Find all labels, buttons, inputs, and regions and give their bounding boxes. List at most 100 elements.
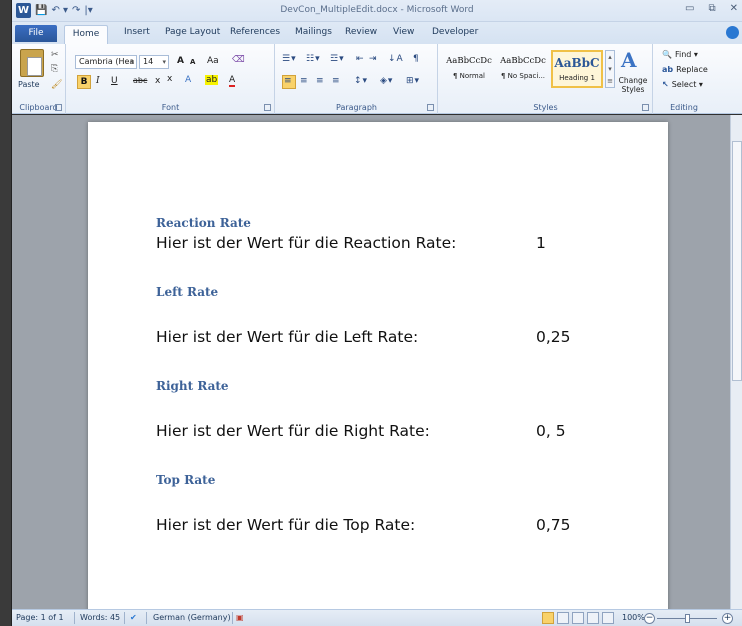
show-marks-button[interactable]: ¶	[413, 54, 420, 64]
heading-right-rate[interactable]: Right Rate	[156, 379, 229, 393]
strikethrough-button[interactable]: abc	[133, 76, 147, 85]
chevron-down-icon: ▾	[130, 58, 134, 66]
style-sample: AaBbCcDc	[500, 56, 546, 66]
window-title: DevCon_MultipleEdit.docx - Microsoft Wor…	[280, 5, 474, 15]
clipboard-launcher-icon[interactable]	[55, 104, 62, 111]
tab-references[interactable]: References	[230, 27, 280, 37]
tab-developer[interactable]: Developer	[432, 27, 478, 37]
print-layout-view-icon[interactable]	[542, 612, 554, 624]
outline-view-icon[interactable]	[587, 612, 599, 624]
zoom-slider-thumb[interactable]	[685, 614, 690, 623]
change-case-button[interactable]: Aa	[207, 56, 219, 66]
document-page[interactable]: Reaction Rate Hier ist der Wert für die …	[88, 122, 668, 609]
full-screen-reading-icon[interactable]	[557, 612, 569, 624]
clear-formatting-icon[interactable]: ⌫	[232, 55, 245, 65]
shrink-font-button[interactable]: A	[190, 58, 195, 66]
align-center-icon[interactable]: ≡	[300, 76, 309, 86]
align-left-icon: ≡	[284, 76, 293, 86]
paragraph-top-rate[interactable]: Hier ist der Wert für die Top Rate:	[156, 516, 415, 534]
style-heading-1[interactable]: AaBbC Heading 1	[551, 50, 603, 88]
draft-view-icon[interactable]	[602, 612, 614, 624]
multilevel-list-icon[interactable]: ☲▾	[330, 54, 345, 64]
heading-left-rate[interactable]: Left Rate	[156, 285, 218, 299]
copy-icon[interactable]: ⎘	[51, 64, 58, 74]
zoom-in-icon[interactable]: +	[722, 613, 733, 624]
font-launcher-icon[interactable]	[264, 104, 271, 111]
styles-gallery-scroll[interactable]: ▴ ▾ ≡	[605, 50, 615, 88]
tab-insert[interactable]: Insert	[124, 27, 150, 37]
tab-review[interactable]: Review	[345, 27, 377, 37]
paragraph-left-rate[interactable]: Hier ist der Wert für die Left Rate:	[156, 328, 418, 346]
macro-recording-icon[interactable]: ▣	[236, 613, 244, 622]
paste-button[interactable]: Paste	[18, 80, 40, 89]
minimize-icon[interactable]: ▭	[685, 3, 694, 14]
superscript-button[interactable]: x	[167, 74, 172, 84]
bold-button[interactable]: B	[77, 75, 91, 89]
borders-icon[interactable]: ⊞▾	[406, 76, 420, 86]
tab-view[interactable]: View	[393, 27, 414, 37]
value-right-rate[interactable]: 0, 5	[536, 422, 566, 440]
paste-icon[interactable]	[20, 49, 44, 77]
editing-group: 🔍 Find ▾ ab Replace ↖ Select ▾ Editing	[654, 44, 714, 114]
line-spacing-icon[interactable]: ↕▾	[354, 76, 368, 86]
sort-icon[interactable]: ↓A	[388, 54, 404, 64]
language-indicator[interactable]: German (Germany)	[153, 613, 231, 622]
scrollbar-thumb[interactable]	[732, 141, 742, 381]
replace-button[interactable]: ab Replace	[662, 65, 708, 74]
tab-page-layout[interactable]: Page Layout	[165, 27, 220, 37]
paragraph-right-rate[interactable]: Hier ist der Wert für die Right Rate:	[156, 422, 430, 440]
word-window: W 💾 ↶ ▾ ↷ |▾ DevCon_MultipleEdit.docx - …	[0, 0, 742, 626]
italic-button[interactable]: I	[96, 76, 100, 86]
font-name-combo[interactable]: Cambria (Hea ▾	[75, 55, 137, 69]
close-icon[interactable]: ✕	[730, 3, 738, 14]
proofing-icon[interactable]: ✔	[130, 613, 137, 622]
paragraph-launcher-icon[interactable]	[427, 104, 434, 111]
font-size-combo[interactable]: 14 ▾	[139, 55, 169, 69]
vertical-scrollbar[interactable]	[730, 115, 742, 609]
change-styles-button[interactable]: Change Styles	[617, 76, 649, 94]
heading-reaction-rate[interactable]: Reaction Rate	[156, 216, 251, 230]
highlight-icon[interactable]: ab	[205, 75, 219, 85]
heading-top-rate[interactable]: Top Rate	[156, 473, 215, 487]
decrease-indent-icon[interactable]: ⇤	[356, 54, 365, 64]
web-layout-icon[interactable]	[572, 612, 584, 624]
bullets-icon[interactable]: ☰▾	[282, 54, 297, 64]
text-effects-icon[interactable]: A	[185, 75, 191, 85]
shading-icon[interactable]: ◈▾	[380, 76, 393, 86]
cut-icon[interactable]: ✂	[51, 50, 59, 60]
align-right-icon[interactable]: ≡	[316, 76, 325, 86]
find-button[interactable]: 🔍 Find ▾	[662, 50, 698, 59]
grow-font-button[interactable]: A	[177, 56, 184, 66]
tab-mailings[interactable]: Mailings	[295, 27, 332, 37]
status-separator	[74, 612, 75, 624]
value-top-rate[interactable]: 0,75	[536, 516, 571, 534]
help-icon[interactable]	[726, 26, 739, 39]
paragraph-reaction-rate[interactable]: Hier ist der Wert für die Reaction Rate:	[156, 234, 456, 252]
subscript-button[interactable]: x	[155, 76, 160, 86]
increase-indent-icon[interactable]: ⇥	[369, 54, 378, 64]
restore-icon[interactable]: ⧉	[708, 3, 715, 14]
tab-home[interactable]: Home	[64, 25, 108, 44]
status-separator	[146, 612, 147, 624]
window-controls: ▭ ⧉ ✕	[685, 3, 742, 14]
zoom-level[interactable]: 100%	[622, 613, 645, 622]
value-left-rate[interactable]: 0,25	[536, 328, 571, 346]
value-reaction-rate[interactable]: 1	[536, 234, 546, 252]
underline-button[interactable]: U	[111, 76, 118, 86]
tab-file[interactable]: File	[15, 25, 57, 42]
style-no-spacing[interactable]: AaBbCcDc ¶ No Spaci...	[497, 50, 549, 88]
word-count[interactable]: Words: 45	[80, 613, 120, 622]
ribbon-home: Paste ✂ ⎘ 🖌 Clipboard Cambria (Hea ▾ 14 ▾ …	[12, 44, 742, 114]
page-count[interactable]: Page: 1 of 1	[16, 613, 64, 622]
document-area[interactable]: Reaction Rate Hier ist der Wert für die …	[12, 115, 730, 609]
justify-icon[interactable]: ≡	[332, 76, 341, 86]
title-bar: W 💾 ↶ ▾ ↷ |▾ DevCon_MultipleEdit.docx - …	[12, 0, 742, 22]
format-painter-icon[interactable]: 🖌	[51, 80, 62, 90]
font-color-icon[interactable]: A	[229, 75, 236, 87]
change-styles-icon[interactable]: A	[621, 48, 637, 72]
select-button[interactable]: ↖ Select ▾	[662, 80, 703, 89]
numbering-icon[interactable]: ☷▾	[306, 54, 321, 64]
style-normal[interactable]: AaBbCcDc ¶ Normal	[443, 50, 495, 88]
zoom-out-icon[interactable]: −	[644, 613, 655, 624]
styles-launcher-icon[interactable]	[642, 104, 649, 111]
